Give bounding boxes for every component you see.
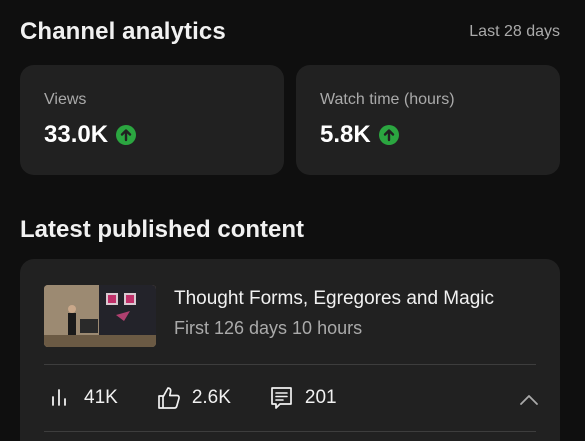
watch-time-label: Watch time (hours) [320, 91, 455, 108]
views-count: 41K [84, 387, 118, 408]
video-age: First 126 days 10 hours [174, 318, 363, 338]
divider [44, 431, 536, 432]
comments-metric: 201 [269, 385, 337, 411]
views-value: 33.0K [44, 121, 109, 148]
latest-content-card: Thought Forms, Egregores and Magic First… [20, 259, 560, 441]
trend-up-icon [116, 125, 137, 145]
views-label: Views [44, 91, 87, 108]
page-title: Channel analytics [20, 18, 226, 45]
channel-analytics-page: Channel analytics Last 28 days Views 33.… [0, 0, 585, 441]
video-thumbnail[interactable] [44, 285, 156, 347]
watch-time-card[interactable]: Watch time (hours) 5.8K [296, 65, 560, 175]
comments-count: 201 [304, 387, 337, 408]
likes-metric: 2.6K [156, 385, 231, 411]
views-card[interactable]: Views 33.0K [20, 65, 284, 175]
analytics-header: Channel analytics Last 28 days [20, 18, 560, 46]
bar-chart-icon [52, 389, 66, 406]
likes-count: 2.6K [191, 387, 231, 408]
video-metrics: 41K 2.6K 201 [48, 385, 375, 411]
comment-icon [271, 387, 292, 409]
views-metric: 41K [48, 385, 118, 411]
video-title[interactable]: Thought Forms, Egregores and Magic [174, 288, 494, 310]
period-label[interactable]: Last 28 days [469, 23, 560, 41]
thumbs-up-icon [157, 387, 180, 409]
watch-time-value: 5.8K [320, 121, 371, 148]
thumbnail-image [44, 285, 156, 347]
trend-up-icon [378, 125, 399, 145]
video-item[interactable]: Thought Forms, Egregores and Magic First… [44, 285, 494, 347]
divider [44, 364, 536, 365]
section-title: Latest published content [20, 216, 305, 243]
chevron-up-icon[interactable] [516, 387, 542, 413]
